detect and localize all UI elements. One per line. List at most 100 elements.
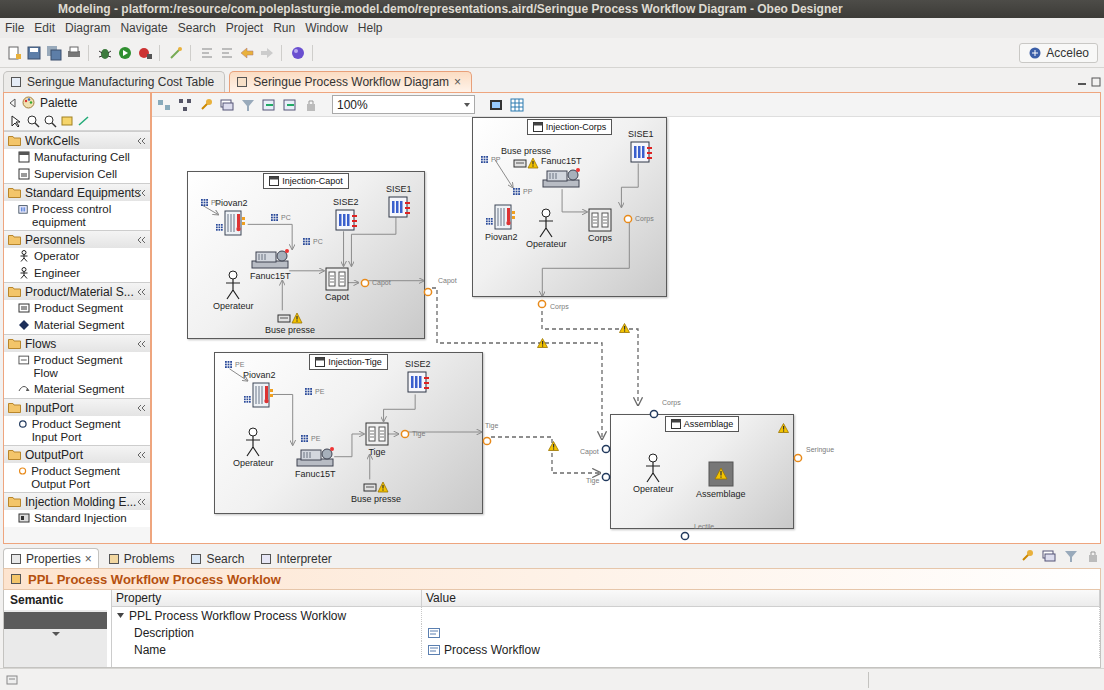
menu-item[interactable]: Window (301, 21, 352, 35)
panel-tab[interactable]: Interpreter (253, 548, 338, 568)
equipment-node[interactable]: Fanuc15T (541, 156, 582, 189)
equipment-node[interactable]: Assemblage (696, 460, 746, 499)
tab-close[interactable]: × (85, 552, 92, 566)
port[interactable] (601, 468, 611, 478)
debug-icon[interactable] (97, 45, 113, 61)
menu-item[interactable]: Help (354, 21, 387, 35)
equipment-node[interactable]: Capot (325, 267, 349, 302)
wand-icon[interactable] (168, 45, 184, 61)
collapse-icon[interactable] (137, 404, 146, 412)
perspective-button[interactable]: Acceleo (1019, 43, 1098, 63)
equipment-node[interactable]: SISE2 (333, 197, 359, 232)
ext-icon[interactable] (137, 45, 153, 61)
palette-section-header[interactable]: Flows (4, 334, 150, 352)
collapse-icon[interactable] (137, 498, 146, 506)
palette-item[interactable]: Manufacturing Cell (4, 149, 150, 166)
equipment-node[interactable]: Corps (588, 208, 612, 243)
palette-item[interactable]: Product Segment (4, 300, 150, 317)
port[interactable] (649, 405, 659, 415)
flow-edge[interactable] (491, 437, 600, 473)
print-icon[interactable] (66, 45, 82, 61)
port[interactable] (793, 449, 803, 459)
equipment-node[interactable]: Operateur (233, 427, 274, 468)
property-cell[interactable]: PPL Process Workflow Process Worklow (112, 607, 422, 624)
workcell-container[interactable]: Injection-CapotPiovan2SISE2SISE1Fanuc15T… (187, 171, 425, 339)
column-header[interactable]: Property (112, 590, 422, 607)
palette-section-header[interactable]: WorkCells (4, 131, 150, 149)
equipment-node[interactable]: SISE1 (386, 184, 412, 219)
zoom-combo[interactable]: 100% (332, 95, 475, 114)
note-icon[interactable] (60, 114, 74, 128)
port[interactable] (680, 527, 690, 537)
tab-close[interactable]: × (454, 75, 461, 89)
palette-section-header[interactable]: Injection Molding E... (4, 492, 150, 510)
panel-tab[interactable]: Problems (101, 548, 182, 568)
palette-item[interactable]: Standard Injection (4, 510, 150, 527)
workcell-container[interactable]: Injection-CorpsBuse presseFanuc15TSISE1P… (472, 117, 667, 297)
saveall-icon[interactable] (46, 45, 62, 61)
back-icon[interactable] (239, 45, 255, 61)
side-tab[interactable]: Semantic (4, 590, 107, 610)
collapse-icon[interactable] (137, 340, 146, 348)
equipment-node[interactable]: SISE1 (628, 129, 654, 164)
layer-icon[interactable] (219, 97, 235, 113)
palette-item[interactable]: Material Segment (4, 381, 150, 398)
inner-port[interactable]: Tige (400, 429, 425, 439)
palette-section-header[interactable]: InputPort (4, 398, 150, 416)
equipment-node[interactable]: Piovan2 (485, 203, 518, 242)
fwd-icon[interactable] (259, 45, 275, 61)
value-cell[interactable]: Process Workflow (422, 641, 1100, 658)
editor-tab[interactable]: Seringue Process Workflow Diagram× (229, 71, 472, 92)
filter-icon[interactable] (240, 97, 256, 113)
palette-section-header[interactable]: Personnels (4, 230, 150, 248)
maximize-icon[interactable] (1091, 77, 1101, 87)
palette-header[interactable]: Palette (4, 93, 150, 112)
property-cell[interactable]: Name (112, 641, 422, 658)
palette-item[interactable]: Product Segment Output Port (4, 463, 150, 492)
run-icon[interactable] (117, 45, 133, 61)
equipment-node[interactable]: Piovan2 (243, 370, 276, 409)
expanded-icon[interactable] (116, 611, 125, 620)
palette-item[interactable]: Product Segment Input Port (4, 416, 150, 445)
pin-icon[interactable] (198, 97, 214, 113)
layer-icon[interactable] (1041, 548, 1057, 564)
select-icon[interactable] (156, 97, 172, 113)
palette-item[interactable]: Engineer (4, 265, 150, 282)
new-icon[interactable] (6, 45, 22, 61)
equipment-node[interactable]: Buse presse (265, 312, 315, 335)
equipment-node[interactable]: Operateur (633, 453, 674, 494)
menu-item[interactable]: Diagram (61, 21, 114, 35)
menu-item[interactable]: Navigate (116, 21, 171, 35)
palette-section-header[interactable]: OutputPort (4, 445, 150, 463)
arrange-icon[interactable] (177, 97, 193, 113)
nav-icon[interactable] (219, 45, 235, 61)
export-icon[interactable] (282, 97, 298, 113)
side-tab-scroll[interactable] (4, 629, 107, 637)
port[interactable] (423, 283, 433, 293)
collapse-icon[interactable] (137, 288, 146, 296)
zoom-icon[interactable] (26, 114, 40, 128)
equipment-node[interactable]: Fanuc15T (295, 446, 336, 479)
lock-icon[interactable] (303, 97, 319, 113)
menu-item[interactable]: Project (222, 21, 267, 35)
equipment-node[interactable]: Tige (365, 422, 389, 457)
collapse-icon[interactable] (137, 451, 146, 459)
select-icon[interactable] (9, 114, 23, 128)
port[interactable] (482, 432, 492, 442)
panel-tab[interactable]: Properties× (3, 548, 99, 568)
menu-item[interactable]: File (1, 21, 28, 35)
palette-item[interactable]: Process control equipment (4, 201, 150, 230)
export-icon[interactable] (261, 97, 277, 113)
menu-item[interactable]: Search (174, 21, 220, 35)
equipment-node[interactable]: Fanuc15T (250, 248, 291, 281)
collapse-icon[interactable] (137, 137, 146, 145)
collapse-icon[interactable] (137, 189, 146, 197)
equipment-node[interactable]: Operateur (526, 208, 567, 249)
pin-icon[interactable] (1019, 548, 1035, 564)
editor-tab[interactable]: Seringue Manufacturing Cost Table (3, 71, 225, 92)
flow-edge[interactable] (542, 304, 638, 405)
port[interactable] (537, 295, 547, 305)
inner-port[interactable]: Corps (623, 214, 654, 224)
side-tab-hidden[interactable] (4, 612, 107, 629)
nav-icon[interactable] (199, 45, 215, 61)
